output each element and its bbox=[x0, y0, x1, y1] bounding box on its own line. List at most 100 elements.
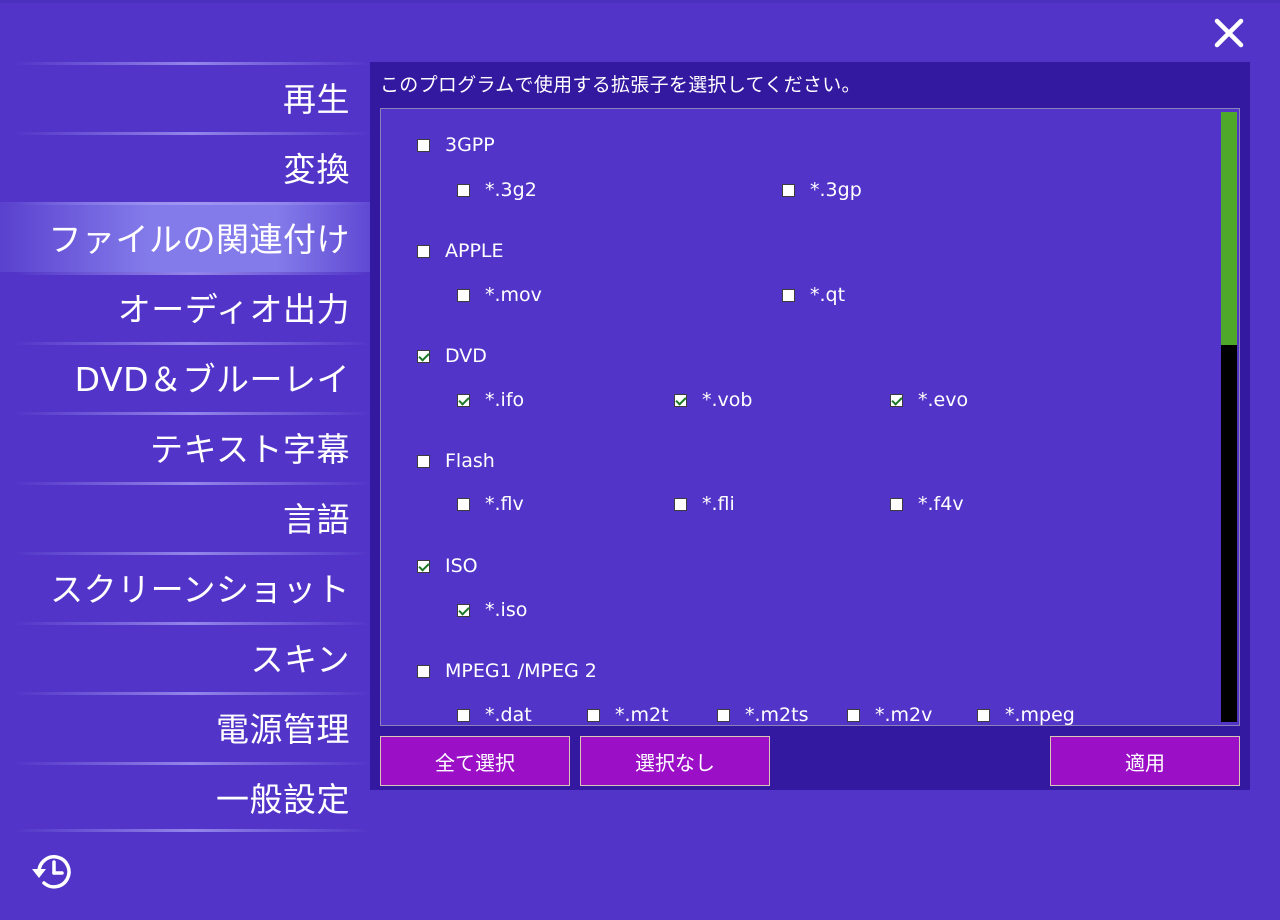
ext-label: *.mov bbox=[485, 284, 542, 306]
sidebar-item-skin[interactable]: スキン bbox=[0, 622, 370, 692]
ext-label: *.fli bbox=[702, 493, 735, 515]
checkbox[interactable] bbox=[977, 708, 990, 722]
sidebar-item-dvd-bluray[interactable]: DVD＆ブルーレイ bbox=[0, 342, 370, 412]
sidebar-item-file-association[interactable]: ファイルの関連付け bbox=[0, 202, 370, 272]
sidebar: 再生 変換 ファイルの関連付け オーディオ出力 DVD＆ブルーレイ テキスト字幕… bbox=[0, 62, 370, 832]
checkbox[interactable] bbox=[417, 244, 430, 258]
checkbox[interactable] bbox=[717, 708, 730, 722]
ext-label: *.m2ts bbox=[745, 704, 809, 726]
sidebar-item-label: 一般設定 bbox=[216, 780, 350, 819]
ext-flv[interactable]: *.flv bbox=[457, 492, 524, 516]
ext-label: *.m2t bbox=[615, 704, 669, 726]
group-dvd[interactable]: DVD bbox=[417, 344, 487, 368]
sidebar-item-playback[interactable]: 再生 bbox=[0, 62, 370, 132]
ext-label: *.mpeg bbox=[1005, 704, 1075, 726]
ext-dat[interactable]: *.dat bbox=[457, 703, 532, 726]
ext-iso[interactable]: *.iso bbox=[457, 598, 527, 622]
top-strip bbox=[0, 0, 1280, 3]
sidebar-item-audio-output[interactable]: オーディオ出力 bbox=[0, 272, 370, 342]
ext-label: *.3gp bbox=[810, 179, 862, 201]
sidebar-item-label: スキン bbox=[250, 640, 350, 679]
ext-label: *.ifo bbox=[485, 389, 525, 411]
panel-title: このプログラムで使用する拡張子を選択してください。 bbox=[380, 74, 861, 96]
ext-m2t[interactable]: *.m2t bbox=[587, 703, 669, 726]
ext-f4v[interactable]: *.f4v bbox=[890, 492, 964, 516]
group-label: APPLE bbox=[445, 240, 504, 262]
apply-button[interactable]: 適用 bbox=[1050, 736, 1240, 786]
ext-label: *.m2v bbox=[875, 704, 933, 726]
checkbox[interactable] bbox=[457, 183, 470, 197]
sidebar-item-label: DVD＆ブルーレイ bbox=[74, 360, 350, 399]
checkbox[interactable] bbox=[417, 664, 430, 678]
sidebar-item-label: 変換 bbox=[283, 150, 350, 189]
select-all-button[interactable]: 全て選択 bbox=[380, 736, 570, 786]
ext-label: *.flv bbox=[485, 493, 524, 515]
sidebar-item-conversion[interactable]: 変換 bbox=[0, 132, 370, 202]
checkbox[interactable] bbox=[847, 708, 860, 722]
ext-label: *.vob bbox=[702, 389, 753, 411]
sidebar-item-general-settings[interactable]: 一般設定 bbox=[0, 762, 370, 832]
group-apple[interactable]: APPLE bbox=[417, 239, 504, 263]
ext-mov[interactable]: *.mov bbox=[457, 283, 542, 307]
group-label: DVD bbox=[445, 345, 487, 367]
ext-evo[interactable]: *.evo bbox=[890, 388, 968, 412]
sidebar-item-label: スクリーンショット bbox=[50, 570, 350, 609]
group-3gpp[interactable]: 3GPP bbox=[417, 133, 495, 157]
checkbox[interactable] bbox=[674, 393, 687, 407]
ext-label: *.evo bbox=[918, 389, 969, 411]
group-label: Flash bbox=[445, 450, 495, 472]
sidebar-item-label: オーディオ出力 bbox=[117, 290, 350, 329]
group-flash[interactable]: Flash bbox=[417, 449, 495, 473]
group-label: MPEG1 /MPEG 2 bbox=[445, 660, 597, 682]
sidebar-item-screenshot[interactable]: スクリーンショット bbox=[0, 552, 370, 622]
sidebar-item-power-management[interactable]: 電源管理 bbox=[0, 692, 370, 762]
ext-mpeg[interactable]: *.mpeg bbox=[977, 703, 1075, 726]
group-iso[interactable]: ISO bbox=[417, 554, 478, 578]
file-association-panel: このプログラムで使用する拡張子を選択してください。 3GPP *.3g2 *.3… bbox=[370, 62, 1250, 790]
sidebar-item-language[interactable]: 言語 bbox=[0, 482, 370, 552]
checkbox[interactable] bbox=[457, 393, 470, 407]
ext-label: *.3g2 bbox=[485, 179, 537, 201]
ext-label: *.qt bbox=[810, 284, 846, 306]
checkbox[interactable] bbox=[782, 288, 795, 302]
extension-list[interactable]: 3GPP *.3g2 *.3gp APPLE *.mov *.qt DVD *.… bbox=[380, 108, 1240, 726]
ext-label: *.f4v bbox=[918, 493, 964, 515]
checkbox[interactable] bbox=[417, 138, 430, 152]
ext-label: *.dat bbox=[485, 704, 532, 726]
sidebar-item-label: 再生 bbox=[283, 80, 350, 119]
sidebar-item-label: 電源管理 bbox=[216, 710, 350, 749]
close-button[interactable] bbox=[1208, 12, 1250, 54]
ext-ifo[interactable]: *.ifo bbox=[457, 388, 524, 412]
scrollbar[interactable] bbox=[1221, 112, 1237, 722]
checkbox[interactable] bbox=[417, 349, 430, 363]
group-label: ISO bbox=[445, 555, 478, 577]
close-icon bbox=[1214, 18, 1244, 48]
checkbox[interactable] bbox=[417, 559, 430, 573]
checkbox[interactable] bbox=[890, 393, 903, 407]
checkbox[interactable] bbox=[457, 603, 470, 617]
checkbox[interactable] bbox=[890, 497, 903, 511]
sidebar-item-label: テキスト字幕 bbox=[149, 430, 350, 469]
ext-vob[interactable]: *.vob bbox=[674, 388, 752, 412]
ext-m2ts[interactable]: *.m2ts bbox=[717, 703, 809, 726]
scrollbar-thumb[interactable] bbox=[1221, 112, 1237, 345]
checkbox[interactable] bbox=[782, 183, 795, 197]
ext-qt[interactable]: *.qt bbox=[782, 283, 845, 307]
ext-3gp[interactable]: *.3gp bbox=[782, 178, 862, 202]
checkbox[interactable] bbox=[457, 708, 470, 722]
checkbox[interactable] bbox=[674, 497, 687, 511]
select-none-button[interactable]: 選択なし bbox=[580, 736, 770, 786]
checkbox[interactable] bbox=[457, 288, 470, 302]
checkbox[interactable] bbox=[457, 497, 470, 511]
ext-label: *.iso bbox=[485, 599, 528, 621]
sidebar-item-text-subtitles[interactable]: テキスト字幕 bbox=[0, 412, 370, 482]
ext-3g2[interactable]: *.3g2 bbox=[457, 178, 537, 202]
checkbox[interactable] bbox=[417, 454, 430, 468]
checkbox[interactable] bbox=[587, 708, 600, 722]
ext-m2v[interactable]: *.m2v bbox=[847, 703, 933, 726]
group-mpeg[interactable]: MPEG1 /MPEG 2 bbox=[417, 659, 597, 683]
history-button[interactable] bbox=[30, 850, 78, 894]
history-icon bbox=[32, 855, 71, 889]
sidebar-item-label: 言語 bbox=[283, 500, 350, 539]
ext-fli[interactable]: *.fli bbox=[674, 492, 735, 516]
